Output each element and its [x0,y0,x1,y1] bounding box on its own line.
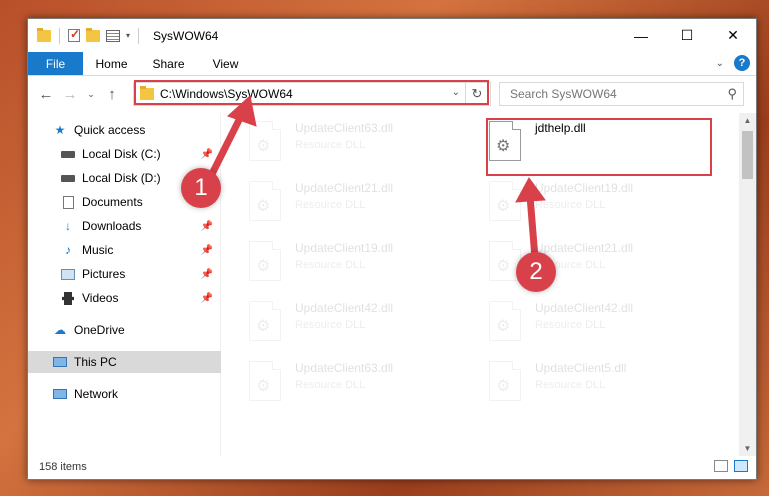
arrow-2-shaft [526,195,539,259]
arrow-1-shaft [206,110,247,180]
annotation-arrows [206,95,546,259]
arrow-1-head [227,95,257,127]
step-2-badge: 2 [516,252,556,292]
arrow-2-head [515,177,546,203]
step-1-badge: 1 [181,168,221,208]
